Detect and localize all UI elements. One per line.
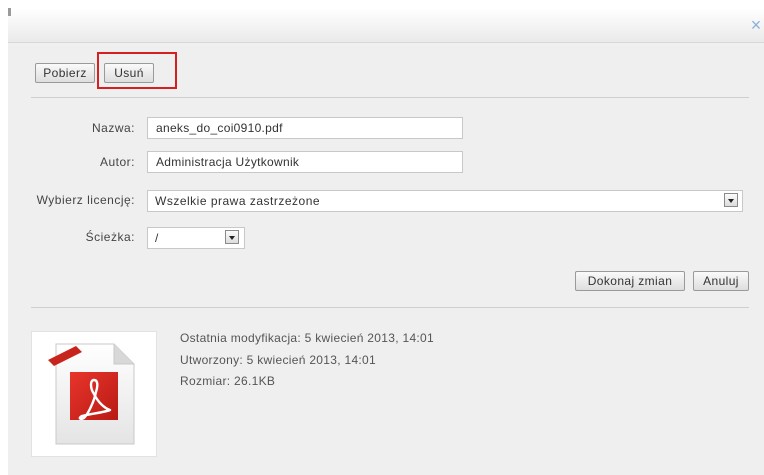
divider-bottom xyxy=(31,307,749,308)
author-input[interactable]: Administracja Użytkownik xyxy=(147,151,463,173)
name-input[interactable]: aneks_do_coi0910.pdf xyxy=(147,117,463,139)
chevron-down-icon[interactable] xyxy=(225,230,239,244)
path-select-value: / xyxy=(155,231,159,245)
file-size-text: Rozmiar: 26.1KB xyxy=(180,374,276,388)
license-label: Wybierz licencję: xyxy=(36,193,135,207)
path-select[interactable]: / xyxy=(147,227,245,249)
license-select-value: Wszelkie prawa zastrzeżone xyxy=(155,194,321,208)
cancel-button[interactable]: Anuluj xyxy=(693,271,749,291)
divider-top xyxy=(31,97,749,98)
chevron-down-icon[interactable] xyxy=(724,193,738,207)
name-label: Nazwa: xyxy=(91,121,135,135)
created-text: Utworzony: 5 kwiecień 2013, 14:01 xyxy=(180,353,377,367)
path-label: Ścieżka: xyxy=(85,230,135,244)
window-corner-mark xyxy=(8,8,11,16)
delete-button-highlight xyxy=(97,52,177,89)
close-icon[interactable]: × xyxy=(749,16,763,34)
last-modified-text: Ostatnia modyfikacja: 5 kwiecień 2013, 1… xyxy=(180,331,435,345)
license-select[interactable]: Wszelkie prawa zastrzeżone xyxy=(147,190,743,212)
dialog-titlebar: × xyxy=(8,8,764,43)
save-changes-button[interactable]: Dokonaj zmian xyxy=(575,271,685,291)
file-thumbnail xyxy=(31,331,157,457)
download-button[interactable]: Pobierz xyxy=(35,63,95,83)
pdf-file-icon xyxy=(48,343,135,445)
author-label: Autor: xyxy=(99,155,135,169)
